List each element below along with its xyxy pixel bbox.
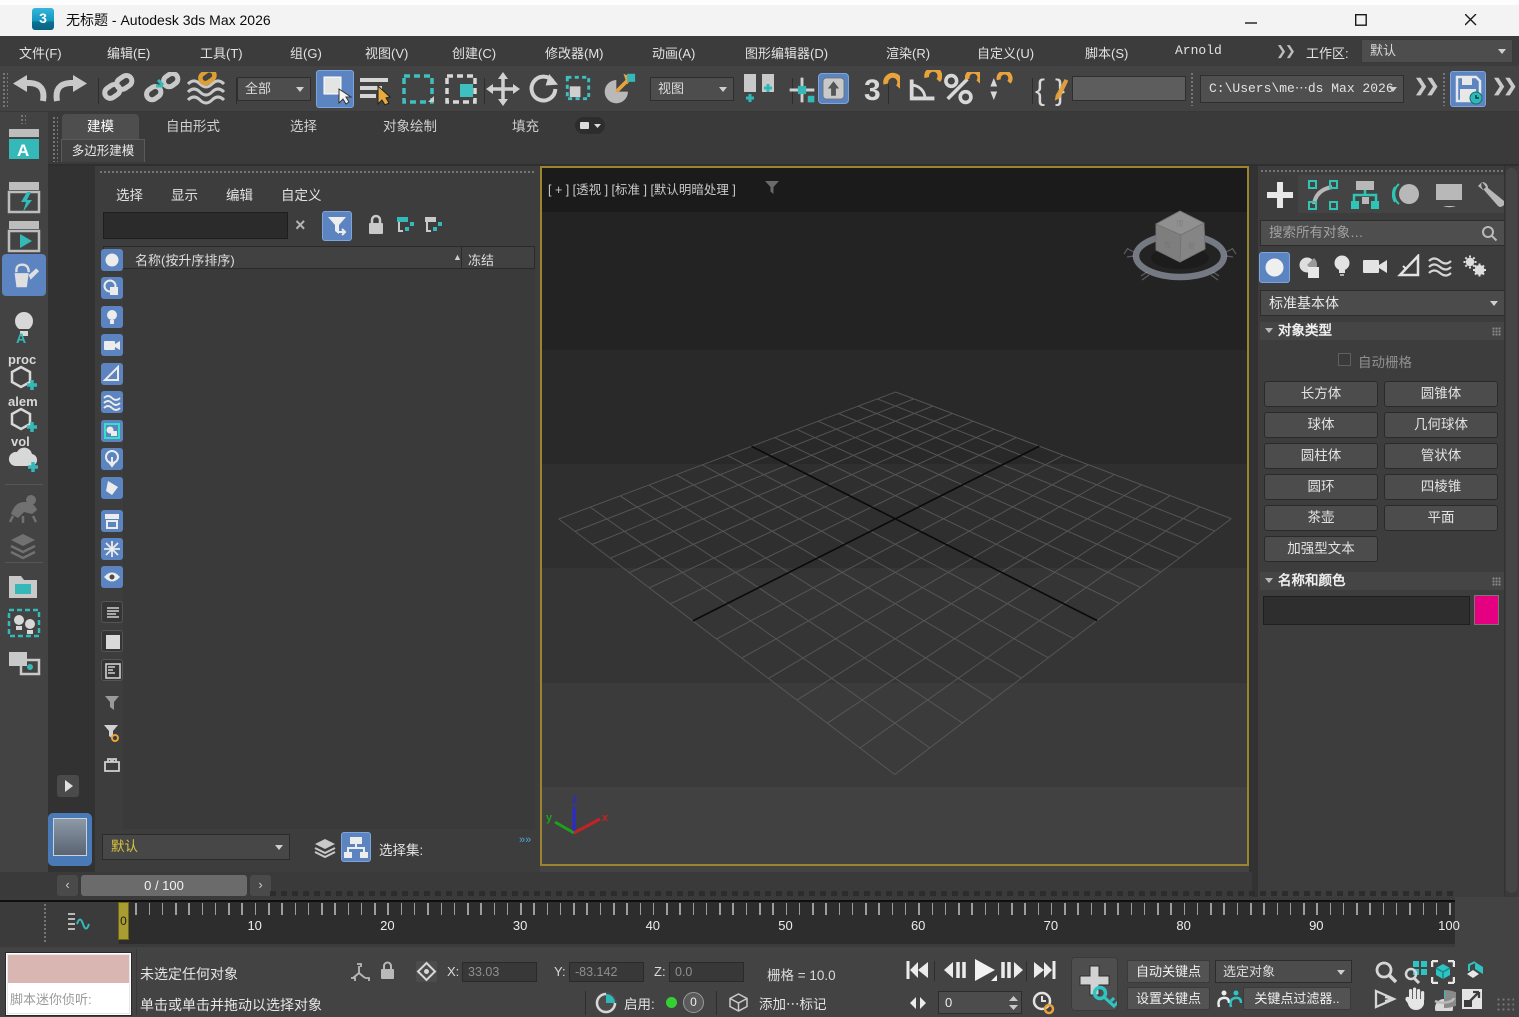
svg-text:y: y xyxy=(546,812,553,824)
svg-text:{: { xyxy=(1035,74,1045,107)
svg-text:A: A xyxy=(16,330,26,344)
svg-text:x: x xyxy=(602,812,609,824)
svg-text:顶: 顶 xyxy=(1176,220,1183,228)
svg-text:A: A xyxy=(17,141,29,160)
svg-text:左: 左 xyxy=(1164,240,1171,249)
svg-text:alem: alem xyxy=(8,394,38,409)
svg-text:前: 前 xyxy=(1188,241,1195,250)
svg-text:3: 3 xyxy=(864,74,881,107)
svg-text:vol: vol xyxy=(11,434,30,449)
svg-text:proc: proc xyxy=(8,352,36,367)
svg-text:z: z xyxy=(572,794,578,806)
